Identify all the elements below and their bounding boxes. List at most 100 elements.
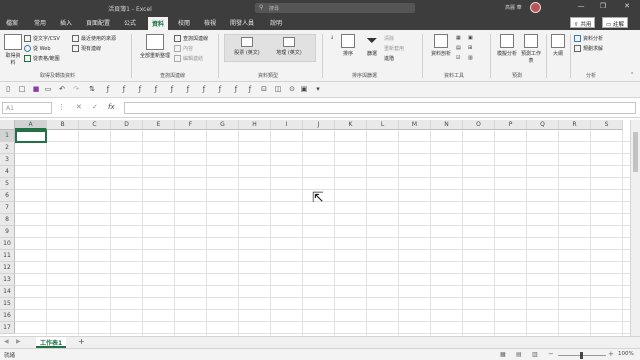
what-if-button[interactable]: 模擬分析 [494,34,520,57]
column-header[interactable]: H [239,120,271,130]
qat-tool-icon[interactable]: ƒ [168,85,176,93]
stocks-button[interactable]: 股票 (英文) [228,37,266,56]
formula-input[interactable] [124,102,636,114]
qat-tool-icon[interactable]: ƒ [152,85,160,93]
row-header[interactable]: 17 [0,322,15,334]
row-header[interactable]: 2 [0,142,15,154]
text-to-columns-button[interactable]: 資料剖析 [428,34,454,57]
data-analysis-button[interactable]: 資料分析 [574,35,603,42]
tab-data[interactable]: 資料 [148,17,169,30]
tab-view[interactable]: 檢視 [204,18,216,27]
open-icon[interactable]: ▭ [44,85,52,93]
qat-tool-icon[interactable]: ƒ [184,85,192,93]
tab-formulas[interactable]: 公式 [124,18,136,27]
qat-tool-icon[interactable]: ƒ [120,85,128,93]
column-header[interactable]: D [111,120,143,130]
active-cell[interactable] [15,130,47,143]
consolidate-icon[interactable]: ▣ [468,35,473,41]
name-box[interactable]: A1 [2,102,52,114]
zoom-slider-thumb[interactable] [580,352,583,359]
get-data-button[interactable]: 取得資料 [4,34,22,66]
from-table-button[interactable]: 從表格/範圍 [24,55,60,62]
row-header[interactable]: 13 [0,274,15,286]
row-header[interactable]: 6 [0,190,15,202]
cancel-icon[interactable]: ✕ [76,103,82,111]
tab-developer[interactable]: 開發人員 [230,18,254,27]
formula-bar-handle-icon[interactable]: ⋮ [58,103,65,111]
column-header[interactable]: R [559,120,591,130]
data-validation-icon[interactable]: ☑ [456,55,460,61]
recent-sources-button[interactable]: 最近使用的來源 [72,35,116,42]
column-header[interactable]: E [143,120,175,130]
search-box[interactable]: ⚲ 搜尋 [255,3,415,13]
column-header[interactable]: A [15,120,47,130]
refresh-all-button[interactable]: 全部重新整理 [136,34,174,59]
page-break-view-icon[interactable]: ▥ [532,351,538,358]
column-header[interactable]: L [367,120,399,130]
zoom-level[interactable]: 100% [618,351,634,357]
normal-view-icon[interactable]: ▦ [500,351,506,358]
row-header[interactable]: 16 [0,310,15,322]
tab-page-layout[interactable]: 頁面配置 [86,18,110,27]
share-button[interactable]: ⇧ 共用 [570,17,596,28]
forecast-sheet-button[interactable]: 預測工作表 [520,34,542,64]
zoom-icon[interactable]: ⊙ [288,85,296,93]
column-header[interactable]: F [175,120,207,130]
tab-home[interactable]: 常用 [34,18,46,27]
vertical-scrollbar[interactable] [630,120,640,336]
row-header[interactable]: 15 [0,298,15,310]
clear-filter-button[interactable]: 清除 [384,35,394,42]
cell-area[interactable] [15,130,630,336]
column-header[interactable]: S [591,120,623,130]
tab-help[interactable]: 說明 [270,18,282,27]
column-header[interactable]: M [399,120,431,130]
qat-tool-icon[interactable]: ƒ [246,85,254,93]
relationships-icon[interactable]: ⊞ [468,45,472,51]
redo-icon[interactable]: ↷ [72,85,80,93]
row-header[interactable]: 4 [0,166,15,178]
select-all-corner[interactable] [0,120,15,130]
row-header[interactable]: 11 [0,250,15,262]
row-header[interactable]: 12 [0,262,15,274]
edit-links-button[interactable]: 編輯連結 [174,55,203,62]
collapse-ribbon-icon[interactable]: ⌃ [630,72,634,78]
column-header[interactable]: J [303,120,335,130]
avatar[interactable] [530,2,541,13]
comments-button[interactable]: ▭ 註解 [602,17,628,28]
close-button[interactable]: ✕ [620,2,634,10]
row-header[interactable]: 9 [0,226,15,238]
existing-connections-button[interactable]: 現有連線 [72,45,101,52]
column-header[interactable]: C [79,120,111,130]
properties-button[interactable]: 內容 [174,45,193,52]
column-header[interactable]: Q [527,120,559,130]
reapply-button[interactable]: 重新套用 [384,45,404,52]
zoom-in-button[interactable]: + [608,350,614,358]
outline-button[interactable]: 大綱 [548,34,568,57]
image-icon[interactable]: ▣ [300,85,308,93]
qat-tool-icon[interactable]: ƒ [200,85,208,93]
tab-review[interactable]: 校閱 [178,18,190,27]
flash-fill-icon[interactable]: ▦ [456,35,461,41]
scroll-thumb[interactable] [633,132,638,172]
filter-button[interactable]: ⏷ 篩選 [362,34,382,57]
qat-tool-icon[interactable]: ƒ [232,85,240,93]
user-name[interactable]: 高麗 華 [505,4,522,11]
tab-insert[interactable]: 插入 [60,18,72,27]
row-header[interactable]: 7 [0,202,15,214]
row-header[interactable]: 10 [0,238,15,250]
column-header[interactable]: I [271,120,303,130]
insert-function-icon[interactable]: fx [108,103,115,111]
undo-icon[interactable]: ↶ [58,85,66,93]
minimize-button[interactable]: — [574,2,588,10]
column-header[interactable]: K [335,120,367,130]
camera-icon[interactable]: ◫ [274,85,282,93]
row-header[interactable]: 8 [0,214,15,226]
row-header[interactable]: 5 [0,178,15,190]
qat-tool-icon[interactable]: ƒ [216,85,224,93]
solver-button[interactable]: 規劃求解 [574,45,603,52]
sort-asc-icon[interactable]: ⇅ [88,85,96,93]
qat-tool-icon[interactable]: ƒ [136,85,144,93]
customize-qat-icon[interactable]: ▾ [314,85,322,93]
geography-button[interactable]: 地理 (英文) [270,37,308,56]
next-sheet-icon[interactable]: ▶ [16,338,21,345]
